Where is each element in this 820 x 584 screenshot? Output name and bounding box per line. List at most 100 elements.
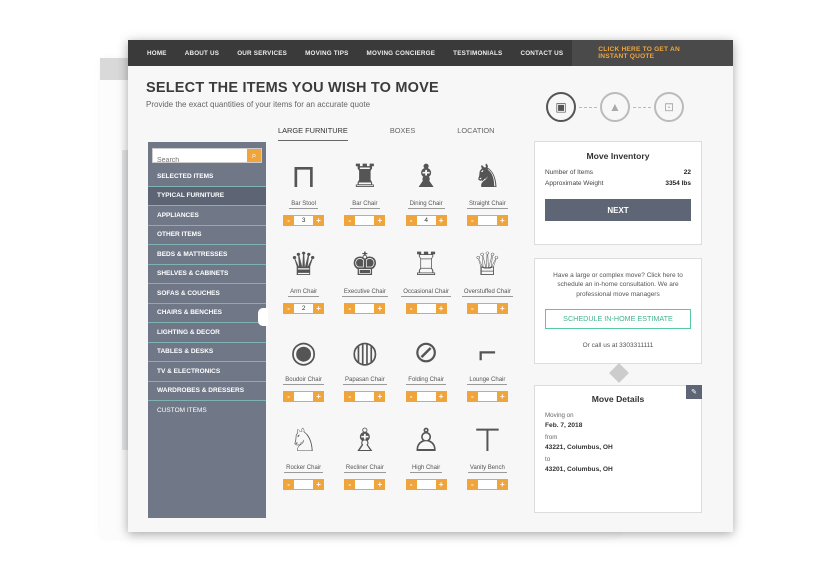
quantity-value[interactable]: 4 xyxy=(416,215,436,226)
quantity-value[interactable] xyxy=(416,391,436,402)
increment-button[interactable]: + xyxy=(313,215,325,226)
quantity-value[interactable] xyxy=(294,479,314,490)
schedule-estimate-button[interactable]: SCHEDULE IN-HOME ESTIMATE xyxy=(545,309,691,330)
increment-button[interactable]: + xyxy=(496,303,508,314)
nav-about-us[interactable]: ABOUT US xyxy=(176,50,228,57)
item-card: ⊤ Vanity Bench - + xyxy=(457,410,518,498)
item-card: ♙ High Chair - + xyxy=(396,410,457,498)
decrement-button[interactable]: - xyxy=(283,303,295,314)
from-value: 43221, Columbus, OH xyxy=(545,444,613,451)
from-label: from xyxy=(545,434,558,441)
decrement-button[interactable]: - xyxy=(405,215,417,226)
nav-contact-us[interactable]: CONTACT US xyxy=(511,50,572,57)
increment-button[interactable]: + xyxy=(496,479,508,490)
category-tv-electronics[interactable]: TV & ELECTRONICS xyxy=(148,362,266,382)
tab-large-furniture[interactable]: LARGE FURNITURE xyxy=(278,126,348,141)
pencil-icon[interactable]: ✎ xyxy=(686,385,702,399)
category-shelves-cabinets[interactable]: SHELVES & CABINETS xyxy=(148,265,266,284)
search-icon[interactable]: ⌕ xyxy=(247,149,261,162)
item-card: ♛ Arm Chair - 2 + xyxy=(273,234,334,322)
step-boxes-icon[interactable]: ▲ xyxy=(600,92,630,122)
decrement-button[interactable]: - xyxy=(405,479,417,490)
collapse-arrow-icon[interactable] xyxy=(609,363,629,383)
quantity-value[interactable] xyxy=(477,479,497,490)
decrement-button[interactable]: - xyxy=(283,215,295,226)
sidebar-toggle-handle[interactable] xyxy=(258,308,268,326)
category-beds-mattresses[interactable]: BEDS & MATTRESSES xyxy=(148,245,266,265)
high-chair-icon: ♙ xyxy=(411,422,441,458)
step-furniture-icon[interactable]: ▣ xyxy=(546,92,576,122)
quantity-value[interactable] xyxy=(477,215,497,226)
category-tables-desks[interactable]: TABLES & DESKS xyxy=(148,343,266,362)
item-card: ♜ Bar Chair - + xyxy=(334,146,395,234)
nav-moving-tips[interactable]: MOVING TIPS xyxy=(296,50,357,57)
increment-button[interactable]: + xyxy=(435,479,447,490)
increment-button[interactable]: + xyxy=(435,215,447,226)
weight-value: 3354 lbs xyxy=(665,180,691,187)
quantity-value[interactable]: 2 xyxy=(294,303,314,314)
decrement-button[interactable]: - xyxy=(466,303,478,314)
decrement-button[interactable]: - xyxy=(344,303,356,314)
category-typical-furniture[interactable]: TYPICAL FURNITURE xyxy=(148,186,266,206)
category-sofas-couches[interactable]: SOFAS & COUCHES xyxy=(148,284,266,304)
quantity-stepper: - 3 + xyxy=(273,215,334,226)
nav-home[interactable]: HOME xyxy=(138,50,176,57)
category-selected-items[interactable]: SELECTED ITEMS xyxy=(148,167,266,187)
item-name: Occasional Chair xyxy=(401,289,451,297)
increment-button[interactable]: + xyxy=(496,391,508,402)
quantity-stepper: - + xyxy=(334,391,395,402)
category-wardrobes-dressers[interactable]: WARDROBES & DRESSERS xyxy=(148,382,266,401)
increment-button[interactable]: + xyxy=(496,215,508,226)
decrement-button[interactable]: - xyxy=(344,479,356,490)
rocker-chair-icon: ♘ xyxy=(289,422,318,458)
item-card: ♘ Rocker Chair - + xyxy=(273,410,334,498)
tab-location[interactable]: LOCATION xyxy=(457,126,494,141)
decrement-button[interactable]: - xyxy=(466,479,478,490)
increment-button[interactable]: + xyxy=(313,479,325,490)
item-name: Papasan Chair xyxy=(343,377,387,385)
tab-boxes[interactable]: BOXES xyxy=(390,126,415,141)
next-button[interactable]: NEXT xyxy=(545,199,691,221)
quantity-value[interactable] xyxy=(416,303,436,314)
category-lighting-decor[interactable]: LIGHTING & DECOR xyxy=(148,323,266,343)
increment-button[interactable]: + xyxy=(374,391,386,402)
quantity-stepper: - 2 + xyxy=(273,303,334,314)
decrement-button[interactable]: - xyxy=(466,391,478,402)
quantity-value[interactable] xyxy=(294,391,314,402)
bar-stool-icon: ⊓ xyxy=(291,158,317,194)
quantity-value[interactable] xyxy=(355,215,375,226)
increment-button[interactable]: + xyxy=(313,391,325,402)
increment-button[interactable]: + xyxy=(435,303,447,314)
category-chairs-benches[interactable]: CHAIRS & BENCHES xyxy=(148,304,266,323)
step-location-icon[interactable]: ⊡ xyxy=(654,92,684,122)
decrement-button[interactable]: - xyxy=(405,303,417,314)
nav-our-services[interactable]: OUR SERVICES xyxy=(228,50,296,57)
instant-quote-button[interactable]: CLICK HERE TO GET AN INSTANT QUOTE xyxy=(572,40,733,66)
category-other-items[interactable]: OTHER ITEMS xyxy=(148,226,266,245)
nav-testimonials[interactable]: TESTIMONIALS xyxy=(444,50,511,57)
search-input[interactable] xyxy=(153,154,261,167)
quantity-value[interactable] xyxy=(477,391,497,402)
quantity-value[interactable]: 3 xyxy=(294,215,314,226)
vanity-bench-icon: ⊤ xyxy=(473,422,502,458)
decrement-button[interactable]: - xyxy=(344,391,356,402)
increment-button[interactable]: + xyxy=(313,303,325,314)
quantity-value[interactable] xyxy=(355,479,375,490)
increment-button[interactable]: + xyxy=(374,215,386,226)
decrement-button[interactable]: - xyxy=(283,479,295,490)
decrement-button[interactable]: - xyxy=(283,391,295,402)
quantity-value[interactable] xyxy=(355,303,375,314)
quantity-value[interactable] xyxy=(355,391,375,402)
category-appliances[interactable]: APPLIANCES xyxy=(148,206,266,226)
quantity-value[interactable] xyxy=(416,479,436,490)
increment-button[interactable]: + xyxy=(374,303,386,314)
increment-button[interactable]: + xyxy=(435,391,447,402)
item-tabs: LARGE FURNITURE BOXES LOCATION xyxy=(278,126,537,141)
quantity-value[interactable] xyxy=(477,303,497,314)
nav-moving-concierge[interactable]: MOVING CONCIERGE xyxy=(358,50,445,57)
decrement-button[interactable]: - xyxy=(466,215,478,226)
category-custom-items[interactable]: CUSTOM ITEMS xyxy=(148,401,266,421)
decrement-button[interactable]: - xyxy=(405,391,417,402)
increment-button[interactable]: + xyxy=(374,479,386,490)
decrement-button[interactable]: - xyxy=(344,215,356,226)
